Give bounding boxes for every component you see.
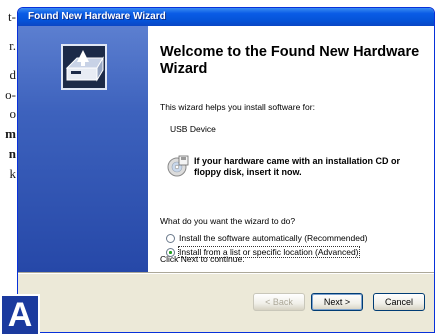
document-text-fragment: n [8,146,16,161]
button-separator [18,272,434,274]
continue-text: Click Next to continue. [160,254,245,264]
wizard-main-area: Welcome to the Found New Hardware Wizard… [148,26,434,272]
document-text-fragment: d [9,67,17,82]
radio-button[interactable] [166,234,175,243]
wizard-window: Found New Hardware Wizard Welcome to the… [17,7,435,333]
wizard-question: What do you want the wizard to do? [160,216,296,226]
cancel-button[interactable]: Cancel [373,293,425,311]
figure-label-badge: A [0,294,40,336]
title-bar[interactable]: Found New Hardware Wizard [18,8,434,26]
document-text-fragment: o- [5,87,16,102]
document-text-fragment: r. [9,38,16,53]
wizard-side-panel [18,26,148,272]
next-button[interactable]: Next > [311,293,363,311]
cd-icon [166,154,190,178]
document-text-fragment: m [5,126,16,141]
hardware-wizard-icon [61,44,107,90]
wizard-content: Welcome to the Found New Hardware Wizard… [18,26,434,272]
cd-prompt-text: If your hardware came with an installati… [194,156,401,177]
device-name: USB Device [170,124,216,134]
wizard-intro-text: This wizard helps you install software f… [160,102,315,112]
document-text-column: t- r. d o- o m n k [0,0,16,336]
document-text-fragment: t- [8,9,16,24]
document-text-fragment: o [9,106,17,121]
wizard-heading: Welcome to the Found New Hardware Wizard [160,44,420,77]
back-button[interactable]: < Back [253,293,305,311]
document-text-fragment: k [9,166,17,181]
window-title: Found New Hardware Wizard [28,11,166,22]
option-label[interactable]: Install the software automatically (Reco… [179,233,368,243]
page: t- r. d o- o m n k Found New Hardware Wi… [0,0,438,336]
